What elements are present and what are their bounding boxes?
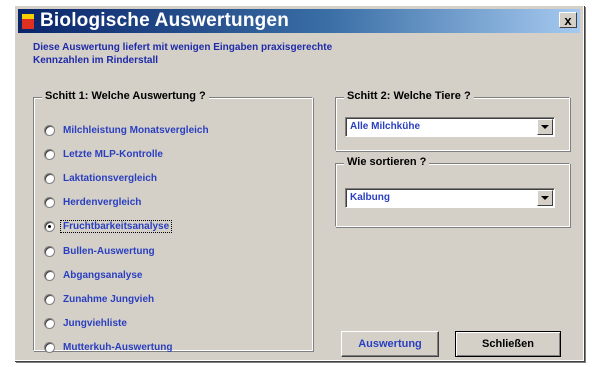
schliessen-button-label: Schließen <box>482 338 534 350</box>
radio-label[interactable]: Zunahme Jungvieh <box>61 294 156 305</box>
sort-group: Wie sortieren ? Kalbung <box>335 156 570 227</box>
radio-option[interactable]: Letzte MLP-Kontrolle <box>44 142 211 166</box>
animals-select-value: Alle Milchkühe <box>350 121 421 132</box>
sort-title: Wie sortieren ? <box>344 156 430 168</box>
animals-select[interactable]: Alle Milchkühe <box>345 117 555 137</box>
evaluation-radio-list: Milchleistung Monatsvergleich Letzte MLP… <box>44 118 211 360</box>
app-window-icon <box>22 13 34 29</box>
dialog-window: Biologische Auswertungen x Diese Auswert… <box>14 5 584 361</box>
auswertung-button-label: Auswertung <box>358 338 422 350</box>
close-icon: x <box>564 12 572 28</box>
radio-button[interactable] <box>44 172 55 184</box>
radio-button[interactable] <box>44 245 55 257</box>
radio-label[interactable]: Bullen-Auswertung <box>61 246 157 257</box>
radio-option-selected[interactable]: Fruchtbarkeitsanalyse <box>44 215 211 239</box>
radio-label[interactable]: Mutterkuh-Auswertung <box>61 342 174 353</box>
radio-button[interactable] <box>44 148 55 160</box>
schliessen-button[interactable]: Schließen <box>455 331 561 357</box>
window-title: Biologische Auswertungen <box>40 10 290 31</box>
auswertung-button[interactable]: Auswertung <box>341 331 439 357</box>
radio-button[interactable] <box>44 342 55 354</box>
radio-button[interactable] <box>44 293 55 305</box>
sort-select-value: Kalbung <box>350 192 390 203</box>
radio-label[interactable]: Abgangsanalyse <box>61 270 144 281</box>
radio-option[interactable]: Herdenvergleich <box>44 191 211 215</box>
chevron-down-icon[interactable] <box>537 119 553 135</box>
radio-option[interactable]: Laktationsvergleich <box>44 166 211 190</box>
radio-button[interactable] <box>44 124 55 136</box>
step1-title: Schitt 1: Welche Auswertung ? <box>42 90 209 102</box>
step1-group: Schitt 1: Welche Auswertung ? Milchleist… <box>33 90 313 354</box>
step2-title: Schitt 2: Welche Tiere ? <box>344 90 474 102</box>
dialog-description: Diese Auswertung liefert mit wenigen Ein… <box>33 42 333 66</box>
step2-group: Schitt 2: Welche Tiere ? Alle Milchkühe <box>335 90 570 151</box>
radio-option[interactable]: Bullen-Auswertung <box>44 239 211 263</box>
radio-button[interactable] <box>44 318 55 330</box>
radio-button[interactable] <box>44 197 55 209</box>
radio-button-checked[interactable] <box>44 221 55 233</box>
radio-option[interactable]: Mutterkuh-Auswertung <box>44 336 211 360</box>
radio-label[interactable]: Milchleistung Monatsvergleich <box>61 125 211 136</box>
radio-button[interactable] <box>44 269 55 281</box>
radio-label[interactable]: Fruchtbarkeitsanalyse <box>59 220 173 234</box>
title-bar[interactable]: Biologische Auswertungen x <box>18 9 580 33</box>
radio-option[interactable]: Milchleistung Monatsvergleich <box>44 118 211 142</box>
radio-option[interactable]: Jungviehliste <box>44 312 211 336</box>
radio-label[interactable]: Herdenvergleich <box>61 197 143 208</box>
close-button[interactable]: x <box>559 12 577 28</box>
radio-option[interactable]: Abgangsanalyse <box>44 263 211 287</box>
sort-select[interactable]: Kalbung <box>345 188 555 208</box>
chevron-down-icon[interactable] <box>537 190 553 206</box>
radio-label[interactable]: Letzte MLP-Kontrolle <box>61 149 165 160</box>
radio-option[interactable]: Zunahme Jungvieh <box>44 287 211 311</box>
radio-label[interactable]: Laktationsvergleich <box>61 173 159 184</box>
radio-label[interactable]: Jungviehliste <box>61 318 129 329</box>
